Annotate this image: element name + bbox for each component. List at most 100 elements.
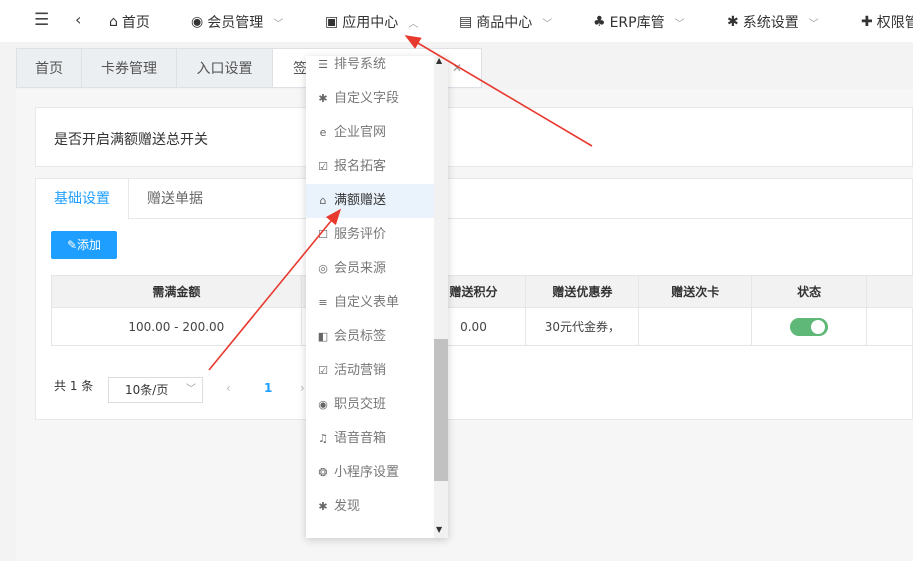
scroll-down-arrow-icon[interactable]: ▼ [436,525,442,534]
tag-icon: ◧ [317,330,329,343]
dropdown-scrollbar[interactable]: ▲ ▼ [434,56,448,538]
cell-card [638,307,753,346]
col-required-amount: 需满金额 [51,275,302,308]
gear-icon: ✱ [727,14,739,30]
menu-item-custom-form[interactable]: ≡ 自定义表单 [306,286,434,320]
scroll-up-arrow-icon[interactable]: ▲ [436,56,442,65]
menu-item-label: 会员来源 [334,261,387,276]
menu-item-label: 报名拓客 [334,159,387,174]
app-center-dropdown: ☰ 排号系统 ✱ 自定义字段 e 企业官网 ☑ 报名拓客 ⌂ 满额赠送 ☐ 服务评价 ◎ 会员… [306,56,448,538]
chevron-up-icon: ︿ [408,18,419,30]
menu-item-discover[interactable]: ✱ 发现 [306,490,434,524]
menu-item-registration[interactable]: ☑ 报名拓客 [306,150,434,184]
page-size-select[interactable]: 10条/页 ﹀ [108,377,203,403]
menu-item-custom-fields[interactable]: ✱ 自定义字段 [306,82,434,116]
chevron-down-icon: ﹀ [542,18,553,30]
menu-item-marketing[interactable]: ☑ 活动营销 [306,354,434,388]
tab-coupon-management[interactable]: 卡券管理 [81,48,176,88]
podcast-icon: ◎ [318,262,328,275]
menu-item-staff-shift[interactable]: ◉ 职员交班 [306,388,434,422]
nav-system-settings[interactable]: ✱ 系统设置 ﹀ [727,12,819,32]
briefcase-icon: ▤ [459,14,473,30]
col-gift-card: 赠送次卡 [638,275,753,308]
status-toggle[interactable] [790,317,829,336]
page-tab-strip: 首页 卡券管理 入口设置 签 ✕ [16,48,913,88]
puzzle-icon: ✚ [861,14,873,30]
tab-entry-settings[interactable]: 入口设置 [176,48,272,88]
col-gift-coupon: 赠送优惠券 [525,275,640,308]
menu-item-service-review[interactable]: ☐ 服务评价 [306,218,434,252]
gift-icon: ⌂ [319,194,327,207]
nav-member-label: 会员管理 [207,15,264,31]
align-left-icon: ≡ [318,296,328,309]
nav-app-center-label: 应用中心 [342,15,399,31]
page-number-current[interactable]: 1 [264,381,272,395]
add-button[interactable]: ✎添加 [51,231,117,259]
next-page-button[interactable]: › [300,381,305,395]
wechat-icon: ❂ [318,466,328,479]
tab-home[interactable]: 首页 [16,48,81,88]
edit-icon: ✎ [66,238,78,252]
nav-member-management[interactable]: ◉ 会员管理 ﹀ [191,12,283,32]
back-chevron-icon[interactable]: ‹ [75,10,81,29]
list-icon: ☰ [318,58,328,71]
hamburger-menu-icon[interactable]: ☰ [34,10,49,30]
col-status: 状态 [751,275,868,308]
menu-item-label: 企业官网 [334,125,387,140]
nav-goods-label: 商品中心 [476,15,533,31]
menu-item-miniprogram[interactable]: ❂ 小程序设置 [306,456,434,490]
close-icon[interactable]: ✕ [452,48,462,88]
user-circle-icon: ◉ [318,398,328,411]
nav-permissions[interactable]: ✚ 权限管 [861,12,913,32]
add-button-label: 添加 [77,238,102,252]
menu-item-label: 小程序设置 [334,465,400,480]
nav-settings-label: 系统设置 [742,15,799,31]
master-switch-label: 是否开启满额赠送总开关 [54,132,208,148]
menu-item-label: 满额赠送 [334,193,387,208]
table-header-row: 需满金额 赠送积分 赠送优惠券 赠送次卡 状态 [51,275,913,308]
sitemap-icon: ♣ [593,14,606,30]
menu-item-label: 自定义字段 [334,91,400,106]
menu-item-full-amount-gift[interactable]: ⌂ 满额赠送 [306,184,434,218]
menu-item-company-website[interactable]: e 企业官网 [306,116,434,150]
chevron-down-icon: ﹀ [186,384,196,395]
col-actions [866,275,913,308]
asterisk-icon: ✱ [318,500,328,513]
nav-erp-label: ERP库管 [609,15,665,31]
home-icon: ⌂ [109,14,118,30]
menu-item-label: 排号系统 [334,57,387,72]
gift-rules-table: 需满金额 赠送积分 赠送优惠券 赠送次卡 状态 100.00 - 200.00 … [51,275,913,346]
master-switch-card: 是否开启满额赠送总开关 [35,107,913,167]
chevron-down-icon: ﹀ [273,18,284,30]
chevron-down-icon: ﹀ [808,18,819,30]
menu-item-label: 发现 [334,499,361,514]
menu-item-member-tags[interactable]: ◧ 会员标签 [306,320,434,354]
menu-item-label: 会员标签 [334,329,387,344]
toggle-knob [811,319,826,334]
nav-permissions-label: 权限管 [876,15,913,31]
nav-erp[interactable]: ♣ ERP库管 ﹀ [593,12,685,32]
music-icon: ♫ [318,432,328,445]
settings-tabs: 基础设置 赠送单据 [36,179,913,220]
menu-item-label: 语音音箱 [334,431,387,446]
ie-icon: e [319,126,327,139]
menu-item-member-source[interactable]: ◎ 会员来源 [306,252,434,286]
tab-gift-records[interactable]: 赠送单据 [147,179,203,219]
chevron-down-icon: ﹀ [674,18,685,30]
menu-item-label: 服务评价 [334,227,387,242]
menu-item-queue-system[interactable]: ☰ 排号系统 [306,56,434,82]
prev-page-button[interactable]: ‹ [226,381,231,395]
nav-goods-center[interactable]: ▤ 商品中心 ﹀ [459,12,552,32]
pager-total: 共 1 条 [54,379,94,393]
settings-card: 基础设置 赠送单据 ✎添加 需满金额 赠送积分 赠送优惠券 赠送次卡 状态 10… [35,178,913,420]
nav-home[interactable]: ⌂ 首页 [109,12,150,32]
nav-home-label: 首页 [121,15,150,31]
nav-app-center[interactable]: ▣ 应用中心 ︿ [325,12,418,32]
table-row: 100.00 - 200.00 0.00 30元代金券， [51,307,913,346]
menu-item-voice-speaker[interactable]: ♫ 语音音箱 [306,422,434,456]
menu-item-label: 自定义表单 [334,295,400,310]
tab-basic-settings[interactable]: 基础设置 [36,179,129,220]
cell-amount: 100.00 - 200.00 [51,307,302,346]
scroll-thumb[interactable] [434,339,448,481]
cell-coupon: 30元代金券， [525,307,640,346]
